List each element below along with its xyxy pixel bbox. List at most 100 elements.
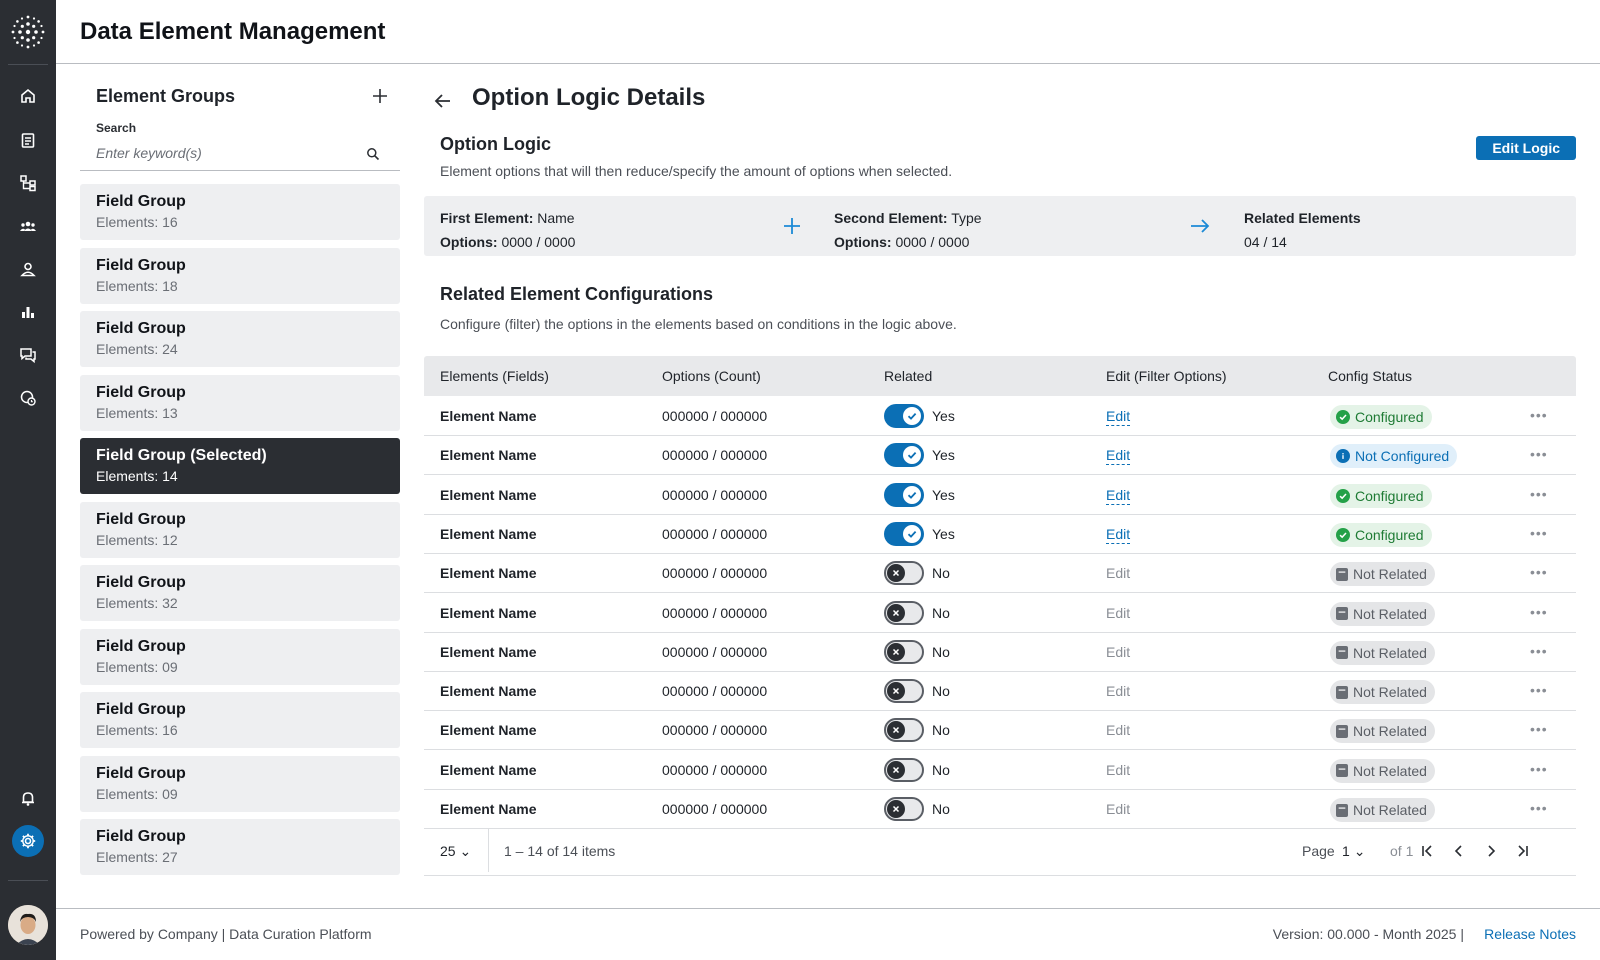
edit-filter-link[interactable]: Edit [1106,408,1131,426]
more-options-icon[interactable]: ••• [1530,604,1550,620]
edit-filter-link[interactable]: Edit [1106,644,1130,660]
group-element-count: Elements: 24 [96,341,178,357]
more-options-icon[interactable]: ••• [1530,643,1550,659]
hierarchy-icon[interactable] [16,171,40,195]
more-options-icon[interactable]: ••• [1530,407,1550,423]
second-element-value: Type [951,210,982,226]
chat-icon[interactable] [16,343,40,367]
group-card[interactable]: Field Group Elements: 13 [80,374,400,431]
related-toggle[interactable] [884,600,924,625]
edit-filter-link[interactable]: Edit [1106,605,1130,621]
back-button[interactable] [432,90,454,112]
search-icon[interactable] [366,147,380,161]
related-toggle[interactable] [884,443,924,468]
related-toggle[interactable] [884,482,924,507]
user-icon[interactable] [16,257,40,281]
more-options-icon[interactable]: ••• [1530,761,1550,777]
group-element-count: Elements: 09 [96,658,178,675]
related-toggle[interactable] [884,757,924,782]
close-icon [887,721,905,740]
group-card[interactable]: Field Group (Selected) Elements: 14 [80,438,400,494]
more-options-icon[interactable]: ••• [1530,486,1550,502]
next-page-icon[interactable] [1482,842,1500,860]
page-select[interactable]: 1 ⌄ [1342,843,1365,860]
related-label: No [932,643,950,660]
group-card[interactable]: Field Group Elements: 24 [80,311,400,367]
app-footer: Powered by Company | Data Curation Platf… [56,908,1600,960]
column-header[interactable]: Config Status [1328,368,1412,384]
second-options-label: Options: [834,234,892,250]
related-toggle[interactable] [884,404,924,428]
search-field [80,137,400,171]
arrow-left-icon [434,94,450,108]
related-toggle[interactable] [884,639,924,664]
group-card[interactable]: Field Group Elements: 09 [80,628,400,685]
search-input[interactable] [96,141,356,165]
edit-filter-link[interactable]: Edit [1106,722,1130,738]
group-card[interactable]: Field Group Elements: 16 [80,692,400,748]
related-toggle[interactable] [884,679,924,704]
edit-filter-link[interactable]: Edit [1106,801,1130,817]
status-badge: Not Related [1330,798,1435,822]
element-groups-title: Element Groups [96,86,236,106]
more-options-icon[interactable]: ••• [1530,682,1550,698]
page-size-select[interactable]: 25 ⌄ [440,843,471,860]
column-header[interactable]: Elements (Fields) [440,368,549,384]
group-card[interactable]: Field Group Elements: 32 [80,565,400,621]
edit-filter-link[interactable]: Edit [1106,683,1130,699]
group-card[interactable]: Field Group Elements: 12 [80,501,400,558]
column-header[interactable]: Edit (Filter Options) [1106,368,1227,384]
second-element-label: Second Element: [834,210,948,226]
bar-chart-icon[interactable] [16,300,40,324]
edit-filter-link[interactable]: Edit [1106,447,1131,466]
edit-filter-link[interactable]: Edit [1106,487,1131,505]
more-options-icon[interactable]: ••• [1530,721,1550,737]
group-element-count: Elements: 18 [96,277,178,294]
clipboard-icon[interactable] [16,128,40,152]
column-header[interactable]: Options (Count) [662,368,761,384]
group-name: Field Group [96,510,186,528]
bell-icon[interactable] [16,786,40,810]
home-icon[interactable] [16,84,40,108]
related-toggle[interactable] [884,561,924,586]
add-group-button[interactable] [370,86,390,106]
table-row: Element Name 000000 / 000000 Yes Edit Config… [424,475,1576,515]
related-toggle[interactable] [884,797,924,821]
table-row: Element Name 000000 / 000000 No Edit Not Rel… [424,750,1576,790]
group-card[interactable]: Field Group Elements: 18 [80,247,400,304]
page-value: 1 [1342,843,1350,859]
related-toggle[interactable] [884,521,924,546]
more-options-icon[interactable]: ••• [1530,800,1550,816]
gear-icon[interactable] [12,825,44,857]
edit-filter-link[interactable]: Edit [1106,762,1130,778]
avatar[interactable] [8,905,48,945]
status-label: Not Related [1353,802,1427,818]
column-header[interactable]: Related [884,368,932,384]
table-header: Elements (Fields) Options (Count) Relate… [424,356,1576,396]
last-page-icon[interactable] [1514,842,1532,860]
options-count: 000000 / 000000 [662,447,768,464]
related-toggle[interactable] [884,718,924,743]
archive-icon [1336,607,1348,620]
options-count: 000000 / 000000 [662,525,768,542]
more-options-icon[interactable]: ••• [1530,446,1550,462]
related-elements-info: Related Elements 04 / 14 [1244,206,1361,254]
more-options-icon[interactable]: ••• [1530,564,1550,580]
team-icon[interactable] [16,214,40,238]
edit-filter-link[interactable]: Edit [1106,526,1131,544]
status-label: Configured [1355,409,1424,425]
more-options-icon[interactable]: ••• [1530,525,1550,541]
brand-logo[interactable] [10,12,46,52]
prev-page-icon[interactable] [1450,842,1468,860]
group-card[interactable]: Field Group Elements: 27 [80,819,400,875]
options-count: 000000 / 000000 [662,565,768,582]
edit-logic-button[interactable]: Edit Logic [1476,136,1576,160]
settings-clock-icon[interactable] [16,386,40,410]
table-body[interactable]: Element Name 000000 / 000000 Yes Edit Config… [424,396,1576,844]
group-card[interactable]: Field Group Elements: 09 [80,755,400,812]
arrow-right-icon [1191,219,1210,233]
first-page-icon[interactable] [1418,842,1436,860]
group-card[interactable]: Field Group Elements: 16 [80,184,400,240]
edit-filter-link[interactable]: Edit [1106,565,1130,581]
release-notes-link[interactable]: Release Notes [1484,926,1576,942]
